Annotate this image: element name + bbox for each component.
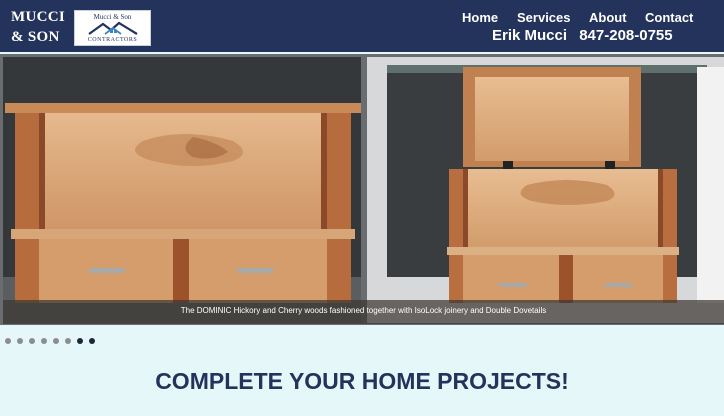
house-roof-icon (88, 21, 138, 35)
nav-contact[interactable]: Contact (645, 10, 693, 25)
slide-caption: The DOMINIC Hickory and Cherry woods fas… (180, 306, 547, 315)
slider-dot[interactable] (53, 338, 59, 344)
slider-dot[interactable] (65, 338, 71, 344)
page-headline: COMPLETE YOUR HOME PROJECTS! (155, 368, 569, 394)
contact-info: Erik Mucci 847-208-0755 (492, 27, 673, 44)
slider-dot-active[interactable] (77, 338, 83, 344)
company-logo[interactable]: Mucci & Son CONTRACTORS (74, 10, 151, 46)
brand-name[interactable]: MUCCI & SON (11, 7, 65, 47)
slide-caption-bar: The DOMINIC Hickory and Cherry woods fas… (3, 300, 724, 324)
slider-dot-active[interactable] (89, 338, 95, 344)
slider-dot[interactable] (41, 338, 47, 344)
slider-dot[interactable] (29, 338, 35, 344)
nav-home[interactable]: Home (462, 10, 498, 25)
slide-photo-closed-chest (3, 57, 361, 323)
logo-subtitle: CONTRACTORS (87, 37, 138, 43)
nav-services[interactable]: Services (517, 10, 571, 25)
slide-photo-open-chest (367, 57, 724, 323)
image-slider[interactable]: The DOMINIC Hickory and Cherry woods fas… (0, 54, 724, 325)
slider-dot[interactable] (17, 338, 23, 344)
brand-name-line2: & SON (11, 29, 60, 45)
nav-about[interactable]: About (589, 10, 627, 25)
slider-dot[interactable] (5, 338, 11, 344)
site-header: MUCCI & SON Mucci & Son CONTRACTORS Home… (0, 0, 724, 52)
contact-name: Erik Mucci (492, 27, 568, 44)
brand-name-line1: MUCCI (11, 9, 65, 25)
contact-phone[interactable]: 847-208-0755 (579, 27, 672, 44)
